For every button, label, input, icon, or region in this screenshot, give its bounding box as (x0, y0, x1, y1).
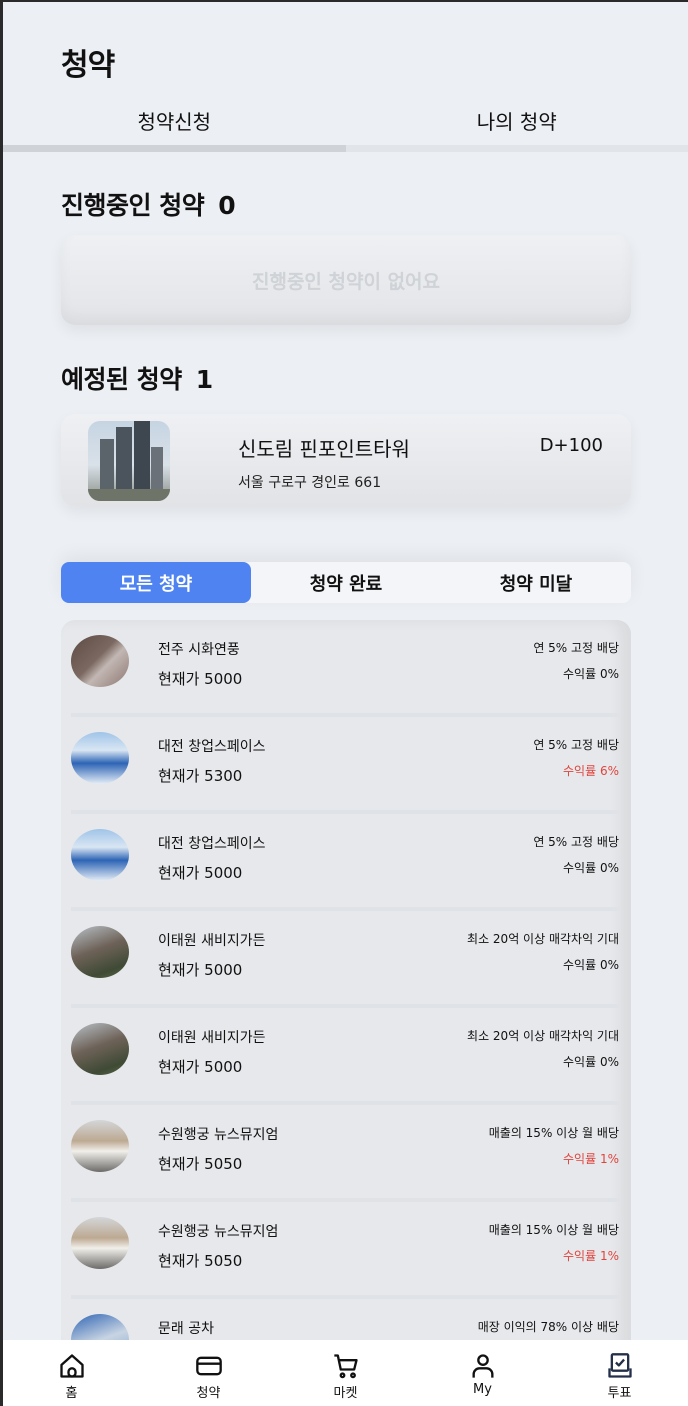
listing-name: 문래 공차 (158, 1321, 214, 1337)
listing-dividend: 연 5% 고정 배당 (533, 641, 619, 655)
list-item[interactable]: 수원행궁 뉴스뮤지엄현재가 5050 매출의 15% 이상 월 배당수익률 1% (71, 1202, 619, 1299)
nav-home[interactable]: 홈 (3, 1340, 140, 1406)
nav-market[interactable]: 마켓 (277, 1340, 414, 1406)
filter-all[interactable]: 모든 청약 (61, 562, 251, 603)
listing-dividend: 매출의 15% 이상 월 배당 (488, 1223, 619, 1237)
nav-my-label: My (473, 1382, 492, 1397)
tab-apply[interactable]: 청약신청 (3, 100, 346, 152)
listing-price: 현재가 5300 (158, 767, 243, 785)
listing-yield: 수익률 1% (563, 1152, 619, 1166)
listing-price: 현재가 5050 (158, 1252, 243, 1270)
nav-vote[interactable]: 투표 (551, 1340, 688, 1406)
tab-my-subscriptions[interactable]: 나의 청약 (345, 100, 688, 152)
ongoing-empty-text: 진행중인 청약이 없어요 (251, 270, 441, 293)
scheduled-count: 1 (195, 365, 213, 394)
listing-thumbnail (71, 635, 129, 687)
page-title: 청약 (61, 48, 115, 83)
listing-dividend: 매출의 15% 이상 월 배당 (488, 1126, 619, 1140)
listing-name: 대전 창업스페이스 (158, 739, 266, 755)
listing-dividend: 매장 이익의 78% 이상 배당 (477, 1320, 619, 1334)
listing-name: 이태원 새비지가든 (158, 933, 266, 949)
bottom-nav: 홈 청약 마켓 My 투표 (3, 1340, 688, 1406)
listing-dividend: 최소 20억 이상 매각차익 기대 (467, 932, 619, 946)
list-item[interactable]: 전주 시화연풍현재가 5000 연 5% 고정 배당수익률 0% (71, 620, 619, 717)
home-icon (59, 1354, 84, 1378)
vote-icon (607, 1353, 632, 1378)
filter-bar: 모든 청약 청약 완료 청약 미달 (61, 562, 631, 603)
nav-subscription[interactable]: 청약 (140, 1340, 277, 1406)
card-icon (195, 1356, 222, 1376)
nav-my[interactable]: My (414, 1340, 551, 1406)
user-icon (472, 1354, 493, 1378)
filter-completed[interactable]: 청약 완료 (251, 562, 441, 603)
scheduled-item-address: 서울 구로구 경인로 661 (238, 475, 382, 491)
scheduled-item-name: 신도림 핀포인트타워 (238, 437, 410, 461)
listing-thumbnail (71, 732, 129, 784)
nav-vote-label: 투표 (607, 1386, 632, 1401)
listing-name: 대전 창업스페이스 (158, 836, 266, 852)
listing-name: 전주 시화연풍 (158, 642, 240, 658)
listing-name: 이태원 새비지가든 (158, 1030, 266, 1046)
listing-name: 수원행궁 뉴스뮤지엄 (158, 1224, 279, 1240)
ongoing-empty-card: 진행중인 청약이 없어요 (61, 235, 631, 325)
listing-dividend: 연 5% 고정 배당 (533, 738, 619, 752)
listing-thumbnail (71, 829, 129, 881)
ongoing-section-title: 진행중인 청약 0 (61, 186, 236, 222)
top-tabs: 청약신청 나의 청약 (3, 100, 688, 152)
listing-thumbnail (71, 1023, 129, 1075)
listing-yield: 수익률 0% (563, 1055, 619, 1069)
scheduled-item-dday: D+100 (539, 435, 603, 456)
listing-price: 현재가 5000 (158, 670, 243, 688)
ongoing-count: 0 (218, 191, 236, 220)
listing-price: 현재가 5000 (158, 1058, 243, 1076)
listing-yield: 수익률 1% (563, 1249, 619, 1263)
cart-icon (333, 1354, 358, 1379)
scheduled-title: 예정된 청약 (61, 365, 182, 394)
listing-name: 수원행궁 뉴스뮤지엄 (158, 1127, 279, 1143)
listing-thumbnail (71, 1217, 129, 1269)
list-item[interactable]: 수원행궁 뉴스뮤지엄현재가 5050 매출의 15% 이상 월 배당수익률 1% (71, 1105, 619, 1202)
list-item[interactable]: 대전 창업스페이스현재가 5300 연 5% 고정 배당수익률 6% (71, 717, 619, 814)
listing-thumbnail (71, 926, 129, 978)
listing-price: 현재가 5050 (158, 1155, 243, 1173)
listing-dividend: 최소 20억 이상 매각차익 기대 (467, 1029, 619, 1043)
listing-panel: 전주 시화연풍 현재가 5000 연 5% 고정 배당 수익률 0% 대전 창업스페이스… (61, 620, 631, 1350)
list-item[interactable]: 이태원 새비지가든현재가 5000 최소 20억 이상 매각차익 기대수익률 0% (71, 1008, 619, 1105)
listing-yield: 수익률 6% (563, 764, 619, 778)
listing-dividend: 연 5% 고정 배당 (533, 835, 619, 849)
nav-subscription-label: 청약 (196, 1386, 221, 1401)
building-thumbnail (88, 421, 170, 501)
listing-thumbnail (71, 1120, 129, 1172)
list-item[interactable]: 이태원 새비지가든현재가 5000 최소 20억 이상 매각차익 기대수익률 0% (71, 911, 619, 1008)
scheduled-card[interactable]: 신도림 핀포인트타워 서울 구로구 경인로 661 D+100 (61, 414, 631, 506)
listing-price: 현재가 5000 (158, 961, 243, 979)
listing-price: 현재가 5000 (158, 864, 243, 882)
listing-yield: 수익률 0% (563, 667, 619, 681)
scheduled-section-title: 예정된 청약 1 (61, 360, 213, 396)
nav-market-label: 마켓 (333, 1386, 358, 1401)
ongoing-title: 진행중인 청약 (61, 191, 205, 220)
filter-undersubscribed[interactable]: 청약 미달 (441, 562, 631, 603)
nav-home-label: 홈 (65, 1386, 78, 1401)
list-item[interactable]: 대전 창업스페이스현재가 5000 연 5% 고정 배당수익률 0% (71, 814, 619, 911)
listing-yield: 수익률 0% (563, 958, 619, 972)
listing-yield: 수익률 0% (563, 861, 619, 875)
